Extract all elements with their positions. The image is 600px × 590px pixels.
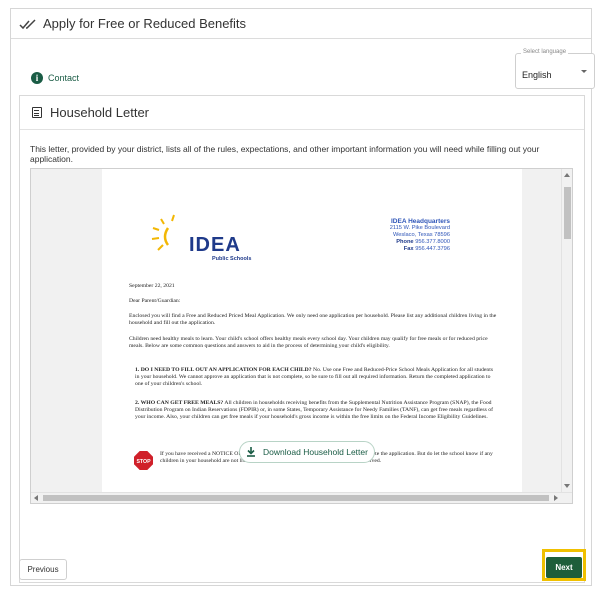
hq-fax-line: Fax 956.447.3796: [390, 246, 450, 253]
household-letter-card: Household Letter This letter, provided b…: [19, 95, 585, 583]
download-household-letter-button[interactable]: Download Household Letter: [239, 441, 375, 463]
hq-city: Weslaco, Texas 78596: [392, 232, 450, 238]
stop-sign-icon: STOP: [134, 451, 153, 470]
hq-phone-label: Phone: [396, 239, 414, 245]
horizontal-scroll-thumb[interactable]: [43, 495, 549, 501]
page-title: Apply for Free or Reduced Benefits: [43, 16, 247, 31]
scroll-right-icon[interactable]: [554, 495, 558, 501]
info-icon: i: [31, 72, 43, 84]
hq-address: IDEA Headquarters 2115 W. Pike Boulevard…: [390, 218, 450, 253]
hq-fax-label: Fax: [403, 246, 414, 252]
question-2-heading: 2. WHO CAN GET FREE MEALS?: [135, 400, 224, 406]
vertical-scrollbar[interactable]: [561, 169, 572, 492]
page-header: Apply for Free or Reduced Benefits: [11, 9, 591, 39]
scroll-up-icon[interactable]: [564, 173, 570, 177]
scroll-left-icon[interactable]: [34, 495, 38, 501]
idea-logo-text: IDEA: [189, 234, 241, 256]
app-frame: Apply for Free or Reduced Benefits i Con…: [10, 8, 595, 586]
question-1-heading: 1. DO I NEED TO FILL OUT AN APPLICATION …: [135, 367, 312, 373]
hq-fax: 956.447.3796: [415, 246, 450, 252]
double-check-icon: [19, 18, 36, 29]
letter-date: September 22, 2021: [129, 283, 175, 289]
hq-phone: 956.377.8000: [415, 239, 450, 245]
idea-logo-subtitle: Public Schools: [212, 256, 252, 262]
language-select-label: Select language: [521, 49, 569, 55]
next-button[interactable]: Next: [546, 557, 582, 578]
contact-label: Contact: [48, 73, 80, 83]
letter-greeting: Dear Parent/Guardian:: [129, 298, 181, 304]
horizontal-scrollbar[interactable]: [31, 492, 572, 503]
letter-paragraph-1: Enclosed you will find a Free and Reduce…: [129, 313, 497, 327]
previous-button[interactable]: Previous: [19, 559, 67, 580]
letter-question-2: 2. WHO CAN GET FREE MEALS? All children …: [135, 400, 497, 422]
download-button-label: Download Household Letter: [263, 447, 368, 457]
download-icon: [247, 447, 256, 457]
idea-logo-sun-icon: [151, 214, 175, 251]
letter-paragraph-2: Children need healthy meals to learn. Yo…: [129, 336, 488, 350]
language-select-value: English: [522, 70, 552, 80]
letter-question-1: 1. DO I NEED TO FILL OUT AN APPLICATION …: [135, 367, 497, 389]
card-intro: This letter, provided by your district, …: [30, 144, 540, 164]
stop-sign-label: STOP: [136, 459, 151, 465]
hq-street: 2115 W. Pike Boulevard: [389, 225, 450, 231]
hq-phone-line: Phone 956.377.8000: [390, 239, 450, 246]
card-header: Household Letter: [20, 96, 584, 130]
hq-name: IDEA Headquarters: [391, 218, 450, 225]
card-title: Household Letter: [50, 105, 150, 120]
language-select[interactable]: Select language English: [515, 49, 595, 89]
scroll-down-icon[interactable]: [564, 484, 570, 488]
contact-link[interactable]: i Contact: [31, 72, 79, 84]
vertical-scroll-thumb[interactable]: [564, 187, 571, 239]
chevron-down-icon: [581, 70, 587, 73]
document-icon: [32, 107, 42, 118]
